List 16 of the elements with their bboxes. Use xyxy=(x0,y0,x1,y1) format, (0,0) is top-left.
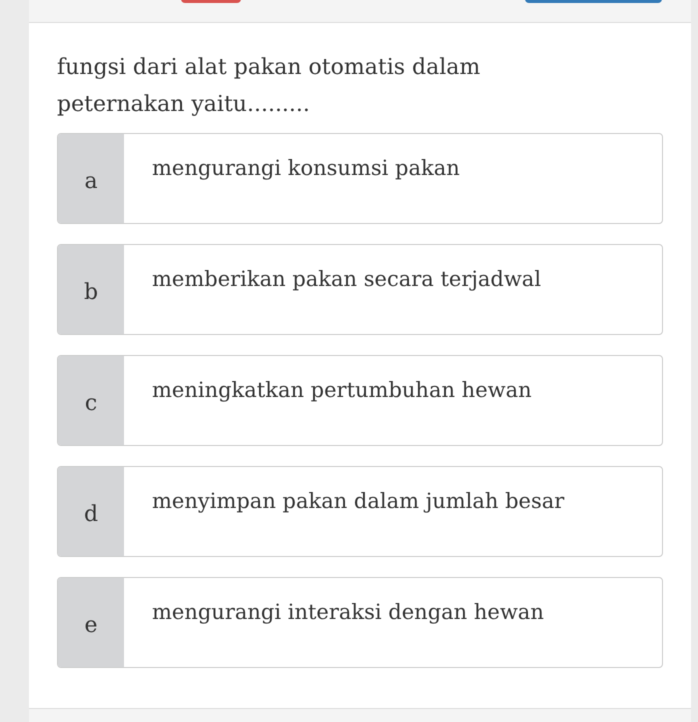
option-letter: b xyxy=(58,245,124,334)
option-text: mengurangi interaksi dengan hewan xyxy=(151,599,544,626)
option-text: menyimpan pakan dalam jumlah besar xyxy=(151,488,564,515)
option-text: meningkatkan pertumbuhan hewan xyxy=(151,377,532,404)
option-text: mengurangi konsumsi pakan xyxy=(151,155,460,182)
option-letter: e xyxy=(58,578,124,667)
option-letter: d xyxy=(58,467,124,556)
question-text: fungsi dari alat pakan otomatis dalam peternakan yaitu......... xyxy=(57,54,482,119)
answer-option[interactable]: c meningkatkan pertumbuhan hewan xyxy=(57,355,663,446)
answer-option[interactable]: b memberikan pakan secara terjadwal xyxy=(57,244,663,335)
answer-option[interactable]: e mengurangi interaksi dengan hewan xyxy=(57,577,663,668)
answer-option[interactable]: a mengurangi konsumsi pakan xyxy=(57,133,663,224)
answer-option[interactable]: d menyimpan pakan dalam jumlah besar xyxy=(57,466,663,557)
option-text: memberikan pakan secara terjadwal xyxy=(151,266,542,293)
option-letter: c xyxy=(58,356,124,445)
option-letter: a xyxy=(58,134,124,223)
